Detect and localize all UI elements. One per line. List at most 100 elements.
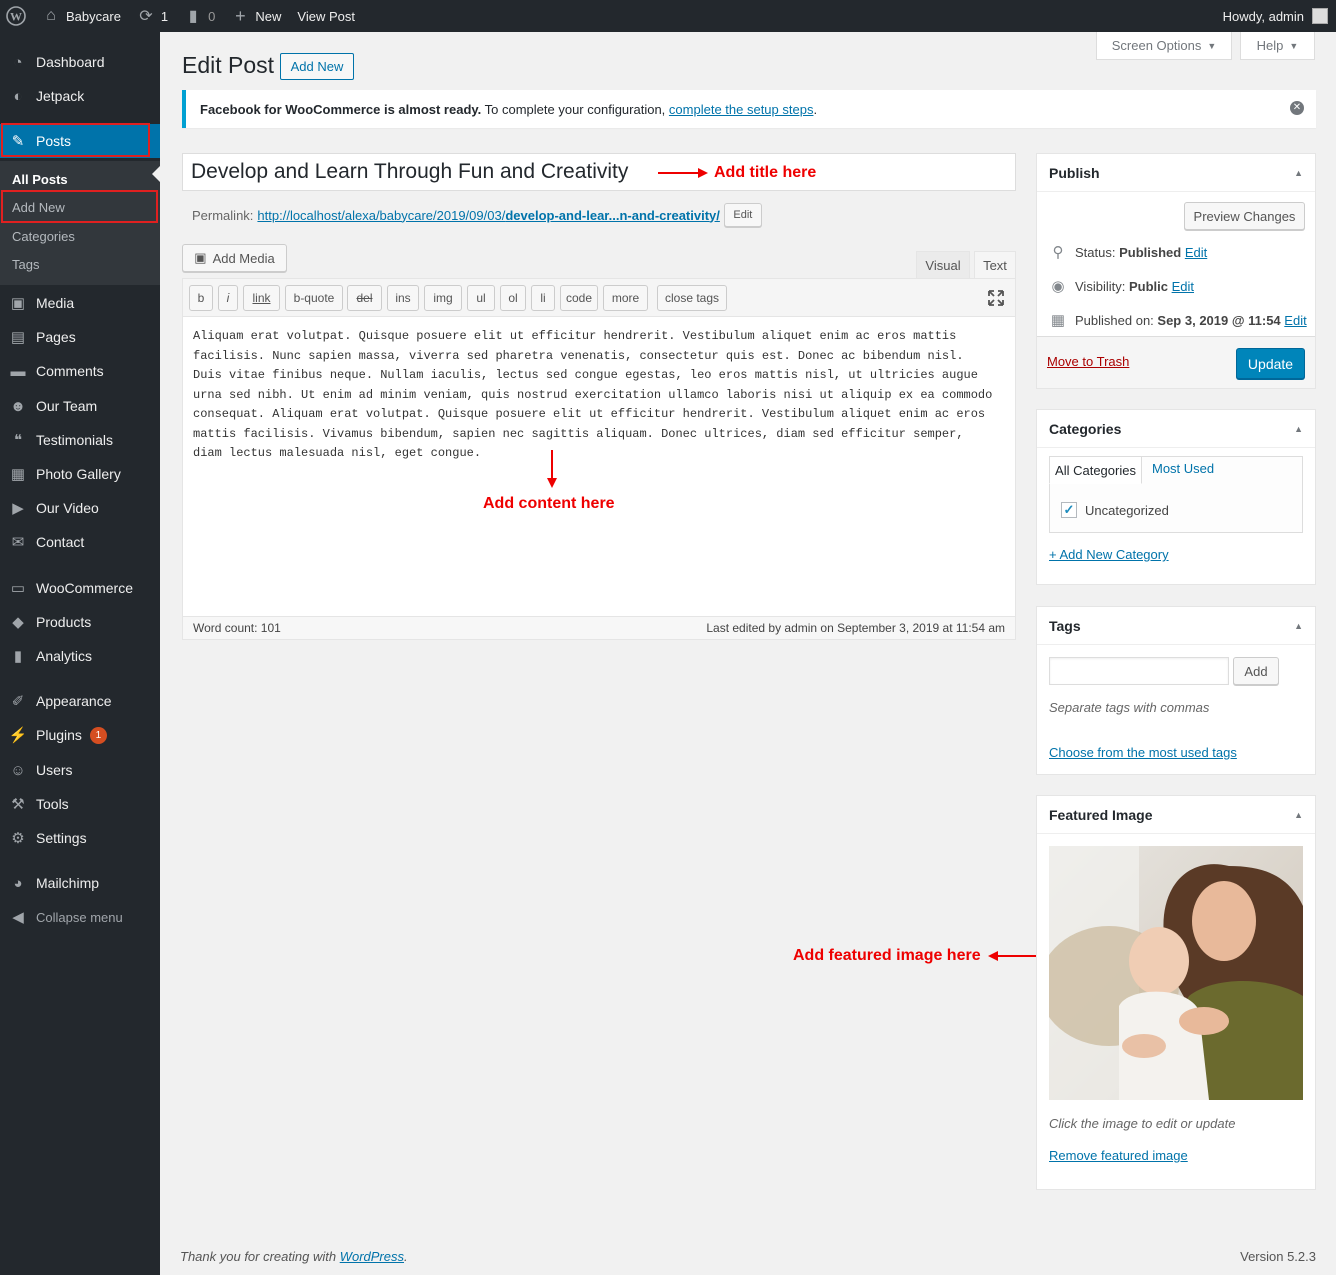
word-count: Word count: 101	[193, 621, 281, 635]
add-tag-button[interactable]: Add	[1233, 657, 1279, 685]
wp-logo-menu[interactable]: W	[0, 0, 34, 32]
quicktag-code-button[interactable]: code	[560, 285, 598, 311]
tab-text[interactable]: Text	[974, 251, 1016, 279]
sidebar-item-testimonials[interactable]: ❝ Testimonials	[0, 423, 160, 457]
quicktag-img-button[interactable]: img	[424, 285, 462, 311]
sidebar-item-label: Collapse menu	[36, 909, 123, 925]
collapse-caret-icon[interactable]: ▲	[1294, 168, 1303, 178]
quicktag-close-tags-button[interactable]: close tags	[657, 285, 727, 311]
site-name-menu[interactable]: ⌂ Babycare	[34, 0, 129, 32]
sidebar-item-label: Testimonials	[36, 432, 114, 448]
sidebar-item-plugins[interactable]: ⚡ Plugins 1	[0, 718, 160, 752]
quicktag-b-button[interactable]: b	[189, 285, 213, 311]
tab-most-used[interactable]: Most Used	[1152, 461, 1214, 476]
quicktags-toolbar: b i link b-quote del ins img ul ol li code more clos…	[183, 279, 1015, 317]
add-new-post-button[interactable]: Add New	[280, 53, 354, 80]
sidebar-item-collapse-menu[interactable]: ◀ Collapse menu	[0, 900, 160, 934]
quicktag-li-button[interactable]: li	[531, 285, 555, 311]
help-button[interactable]: Help ▼	[1240, 32, 1315, 60]
dismiss-icon[interactable]: ✕	[1290, 101, 1304, 115]
featured-image-header[interactable]: Featured Image ▲	[1037, 796, 1315, 834]
featured-image-box: Featured Image ▲ Click the image to edit	[1036, 795, 1316, 1190]
sidebar-item-analytics[interactable]: ▮ Analytics	[0, 639, 160, 673]
fullscreen-icon[interactable]	[987, 289, 1005, 307]
tab-visual[interactable]: Visual	[916, 251, 970, 278]
checkbox-checked-icon[interactable]: ✓	[1061, 502, 1077, 518]
posts-submenu-tags[interactable]: Tags	[12, 251, 39, 277]
posts-submenu-categories[interactable]: Categories	[12, 223, 75, 249]
quicktag-ol-button[interactable]: ol	[500, 285, 526, 311]
sidebar-item-jetpack[interactable]: ◐ Jetpack	[0, 79, 160, 113]
sidebar-item-tools[interactable]: ⚒ Tools	[0, 787, 160, 821]
quicktag-del-button[interactable]: del	[347, 285, 382, 311]
sidebar-item-dashboard[interactable]: ◔ Dashboard	[0, 45, 160, 79]
publish-header[interactable]: Publish ▲	[1037, 154, 1315, 192]
sidebar-item-photo-gallery[interactable]: ▦ Photo Gallery	[0, 457, 160, 491]
tag-input[interactable]	[1049, 657, 1229, 685]
view-post-link[interactable]: View Post	[289, 0, 363, 32]
remove-featured-image-link[interactable]: Remove featured image	[1049, 1148, 1188, 1163]
post-content-textarea[interactable]: Aliquam erat volutpat. Quisque posuere e…	[193, 327, 993, 464]
visibility-row: ◉ Visibility: Public Edit	[1049, 277, 1194, 295]
add-media-button[interactable]: ▣ Add Media	[182, 244, 287, 272]
my-account-menu[interactable]: Howdy, admin	[1223, 8, 1336, 24]
quicktag-link-button[interactable]: link	[243, 285, 280, 311]
howdy-text: Howdy, admin	[1222, 8, 1304, 24]
screen-options-button[interactable]: Screen Options ▼	[1096, 32, 1232, 60]
sidebar-item-label: Our Video	[36, 500, 99, 516]
posts-submenu-all-posts[interactable]: All Posts	[12, 166, 68, 192]
sidebar-item-woocommerce[interactable]: ▭ WooCommerce	[0, 571, 160, 605]
collapse-caret-icon[interactable]: ▲	[1294, 621, 1303, 631]
published-edit-link[interactable]: Edit	[1284, 313, 1306, 328]
update-button[interactable]: Update	[1236, 348, 1305, 379]
sidebar-item-our-video[interactable]: ▶ Our Video	[0, 491, 160, 525]
sidebar-item-appearance[interactable]: ✐ Appearance	[0, 684, 160, 718]
preview-changes-button[interactable]: Preview Changes	[1184, 202, 1305, 230]
sidebar-item-comments[interactable]: ▬ Comments	[0, 354, 160, 388]
title-annotation-arrow-icon	[658, 168, 708, 178]
status-value: Published	[1119, 244, 1182, 260]
status-edit-link[interactable]: Edit	[1185, 245, 1207, 260]
tab-all-categories[interactable]: All Categories	[1049, 456, 1142, 484]
sidebar-item-mailchimp[interactable]: ◕ Mailchimp	[0, 866, 160, 900]
new-content-menu[interactable]: + New	[223, 0, 289, 32]
sidebar-item-contact[interactable]: ✉ Contact	[0, 525, 160, 559]
sidebar-item-media[interactable]: ▣ Media	[0, 286, 160, 320]
gallery-icon: ▦	[10, 466, 26, 483]
tags-header[interactable]: Tags ▲	[1037, 607, 1315, 645]
permalink-url[interactable]: http://localhost/alexa/babycare/2019/09/…	[257, 208, 719, 223]
mother-and-baby-photo	[1049, 846, 1303, 1100]
categories-header[interactable]: Categories ▲	[1037, 410, 1315, 448]
wordpress-link[interactable]: WordPress	[340, 1249, 404, 1264]
permalink-edit-button[interactable]: Edit	[723, 203, 762, 227]
category-label: Uncategorized	[1085, 502, 1169, 518]
sidebar-item-users[interactable]: ☺ Users	[0, 753, 160, 787]
sidebar-item-our-team[interactable]: ☻ Our Team	[0, 389, 160, 423]
quicktag-ul-button[interactable]: ul	[467, 285, 495, 311]
users-icon: ☺	[10, 761, 26, 779]
post-title-input[interactable]: Develop and Learn Through Fun and Creati…	[182, 153, 1016, 191]
collapse-caret-icon[interactable]: ▲	[1294, 810, 1303, 820]
sidebar-item-pages[interactable]: ▤ Pages	[0, 320, 160, 354]
current-menu-arrow	[152, 166, 160, 182]
visibility-edit-link[interactable]: Edit	[1172, 279, 1194, 294]
setup-steps-link[interactable]: complete the setup steps	[669, 102, 814, 117]
sidebar-item-products[interactable]: ◆ Products	[0, 605, 160, 639]
collapse-caret-icon[interactable]: ▲	[1294, 424, 1303, 434]
quicktag-more-button[interactable]: more	[603, 285, 648, 311]
move-to-trash-link[interactable]: Move to Trash	[1047, 354, 1129, 369]
category-item[interactable]: ✓ Uncategorized	[1061, 502, 1169, 518]
featured-image-thumbnail[interactable]	[1049, 846, 1303, 1100]
status-row: ⚲ Status: Published Edit	[1049, 243, 1208, 261]
quicktag-ins-button[interactable]: ins	[387, 285, 419, 311]
updates-menu[interactable]: ⟳ 1	[129, 0, 176, 32]
updates-icon: ⟳	[139, 8, 153, 25]
quicktag-i-button[interactable]: i	[218, 285, 238, 311]
comments-menu[interactable]: ▮ 0	[176, 0, 223, 32]
last-edited: Last edited by admin on September 3, 201…	[706, 621, 1005, 635]
add-new-category-link[interactable]: + Add New Category	[1049, 547, 1169, 562]
categories-box: Categories ▲ All Categories Most Used ✓ …	[1036, 409, 1316, 585]
quicktag-b-quote-button[interactable]: b-quote	[285, 285, 343, 311]
sidebar-item-settings[interactable]: ⚙ Settings	[0, 821, 160, 855]
choose-tags-link[interactable]: Choose from the most used tags	[1049, 745, 1237, 760]
